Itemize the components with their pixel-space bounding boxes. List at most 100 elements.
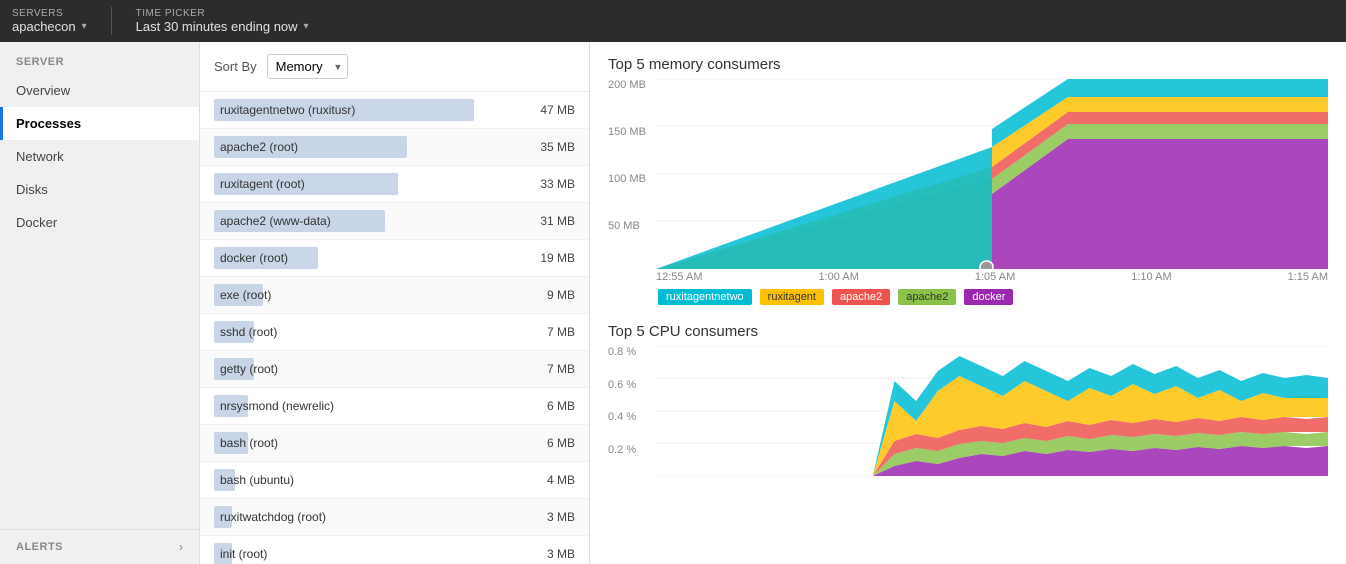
cpu-y-label-2: 0.4 % [608,411,656,423]
alerts-section[interactable]: ALERTS › [0,529,199,564]
process-name: ruxitwatchdog (root) [214,510,332,524]
process-value: 3 MB [530,547,575,561]
sidebar: SERVER Overview Processes Network Disks … [0,42,200,564]
process-name: apache2 (www-data) [214,214,337,228]
process-value: 35 MB [530,140,575,154]
process-value: 6 MB [530,399,575,413]
memory-y-label-2: 100 MB [608,173,656,185]
memory-y-label-3: 50 MB [608,220,656,232]
process-bar-container: ruxitwatchdog (root) [214,506,520,528]
top-bar: SERVERS apachecon ▾ TIME PICKER Last 30 … [0,0,1346,42]
process-bar-container: sshd (root) [214,321,520,343]
process-value: 31 MB [530,214,575,228]
process-row[interactable]: apache2 (www-data) 31 MB [200,203,589,240]
process-row[interactable]: exe (root) 9 MB [200,277,589,314]
process-row[interactable]: bash (ubuntu) 4 MB [200,462,589,499]
charts-panel: Top 5 memory consumers 200 MB 150 MB 100… [590,42,1346,564]
memory-x-label-1: 1:00 AM [819,271,859,283]
sort-by-label: Sort By [214,59,257,74]
process-value: 33 MB [530,177,575,191]
cpu-y-label-3: 0.2 % [608,444,656,456]
sidebar-item-disks[interactable]: Disks [0,173,199,206]
sort-bar: Sort By Memory CPU Name [200,42,589,92]
memory-x-label-2: 1:05 AM [975,271,1015,283]
sidebar-item-docker[interactable]: Docker [0,206,199,239]
server-section-label: SERVER [0,42,199,74]
process-row[interactable]: bash (root) 6 MB [200,425,589,462]
process-name: nrsysmond (newrelic) [214,399,340,413]
process-name: exe (root) [214,288,277,302]
memory-chart-legend: ruxitagentnetwo ruxitagent apache2 apach… [658,289,1328,305]
process-row[interactable]: sshd (root) 7 MB [200,314,589,351]
process-bar-container: ruxitagentnetwo (ruxitusr) [214,99,520,121]
process-value: 3 MB [530,510,575,524]
cpu-chart-container: Top 5 CPU consumers 0.8 % 0.6 % 0.4 % 0.… [608,323,1328,476]
process-value: 9 MB [530,288,575,302]
legend-ruxitagentnetwo: ruxitagentnetwo [658,289,752,305]
process-name: bash (ubuntu) [214,473,300,487]
process-row[interactable]: init (root) 3 MB [200,536,589,564]
memory-chart-svg [656,79,1328,269]
memory-x-label-0: 12:55 AM [656,271,702,283]
alerts-label: ALERTS [16,541,63,553]
content-area: Sort By Memory CPU Name ruxitagentnetwo … [200,42,1346,564]
sort-select-wrapper[interactable]: Memory CPU Name [267,54,348,79]
top-bar-divider [111,7,112,35]
timepicker-chevron-icon: ▾ [304,21,309,32]
process-row[interactable]: nrsysmond (newrelic) 6 MB [200,388,589,425]
memory-y-label-0: 200 MB [608,79,656,91]
process-bar-container: getty (root) [214,358,520,380]
process-panel: Sort By Memory CPU Name ruxitagentnetwo … [200,42,590,564]
cpu-y-label-1: 0.6 % [608,379,656,391]
timepicker-value: Last 30 minutes ending now ▾ [136,19,309,34]
process-list: ruxitagentnetwo (ruxitusr) 47 MB apache2… [200,92,589,564]
cpu-chart-svg [656,346,1328,476]
process-name: bash (root) [214,436,284,450]
legend-docker: docker [964,289,1013,305]
memory-chart-title: Top 5 memory consumers [608,56,1328,73]
memory-y-label-1: 150 MB [608,126,656,138]
servers-chevron-icon: ▾ [82,21,87,32]
process-row[interactable]: apache2 (root) 35 MB [200,129,589,166]
process-row[interactable]: ruxitagent (root) 33 MB [200,166,589,203]
process-row[interactable]: ruxitagentnetwo (ruxitusr) 47 MB [200,92,589,129]
process-value: 7 MB [530,362,575,376]
sidebar-item-overview[interactable]: Overview [0,74,199,107]
process-bar-container: bash (ubuntu) [214,469,520,491]
main-layout: SERVER Overview Processes Network Disks … [0,42,1346,564]
alerts-chevron-icon: › [179,540,183,554]
legend-apache2-www: apache2 [898,289,956,305]
process-name: init (root) [214,547,273,561]
process-bar-container: apache2 (root) [214,136,520,158]
sidebar-item-processes[interactable]: Processes [0,107,199,140]
process-bar-container: apache2 (www-data) [214,210,520,232]
process-bar-container: nrsysmond (newrelic) [214,395,520,417]
process-row[interactable]: ruxitwatchdog (root) 3 MB [200,499,589,536]
process-name: apache2 (root) [214,140,304,154]
process-value: 7 MB [530,325,575,339]
process-bar-container: bash (root) [214,432,520,454]
process-bar-container: exe (root) [214,284,520,306]
process-row[interactable]: getty (root) 7 MB [200,351,589,388]
process-bar-container: docker (root) [214,247,520,269]
memory-x-label-3: 1:10 AM [1131,271,1171,283]
sort-select[interactable]: Memory CPU Name [267,54,348,79]
process-value: 19 MB [530,251,575,265]
memory-x-label-4: 1:15 AM [1288,271,1328,283]
timepicker-selector[interactable]: TIME PICKER Last 30 minutes ending now ▾ [136,8,309,34]
timepicker-label: TIME PICKER [136,8,309,19]
process-bar-container: ruxitagent (root) [214,173,520,195]
process-name: docker (root) [214,251,294,265]
process-value: 47 MB [530,103,575,117]
cpu-y-label-0: 0.8 % [608,346,656,358]
sidebar-item-network[interactable]: Network [0,140,199,173]
process-row[interactable]: docker (root) 19 MB [200,240,589,277]
process-bar-container: init (root) [214,543,520,564]
process-value: 4 MB [530,473,575,487]
servers-label: SERVERS [12,8,87,19]
cpu-chart-title: Top 5 CPU consumers [608,323,1328,340]
servers-value: apachecon ▾ [12,19,87,34]
process-name: getty (root) [214,362,284,376]
process-name: ruxitagentnetwo (ruxitusr) [214,103,361,117]
servers-selector[interactable]: SERVERS apachecon ▾ [12,8,87,34]
